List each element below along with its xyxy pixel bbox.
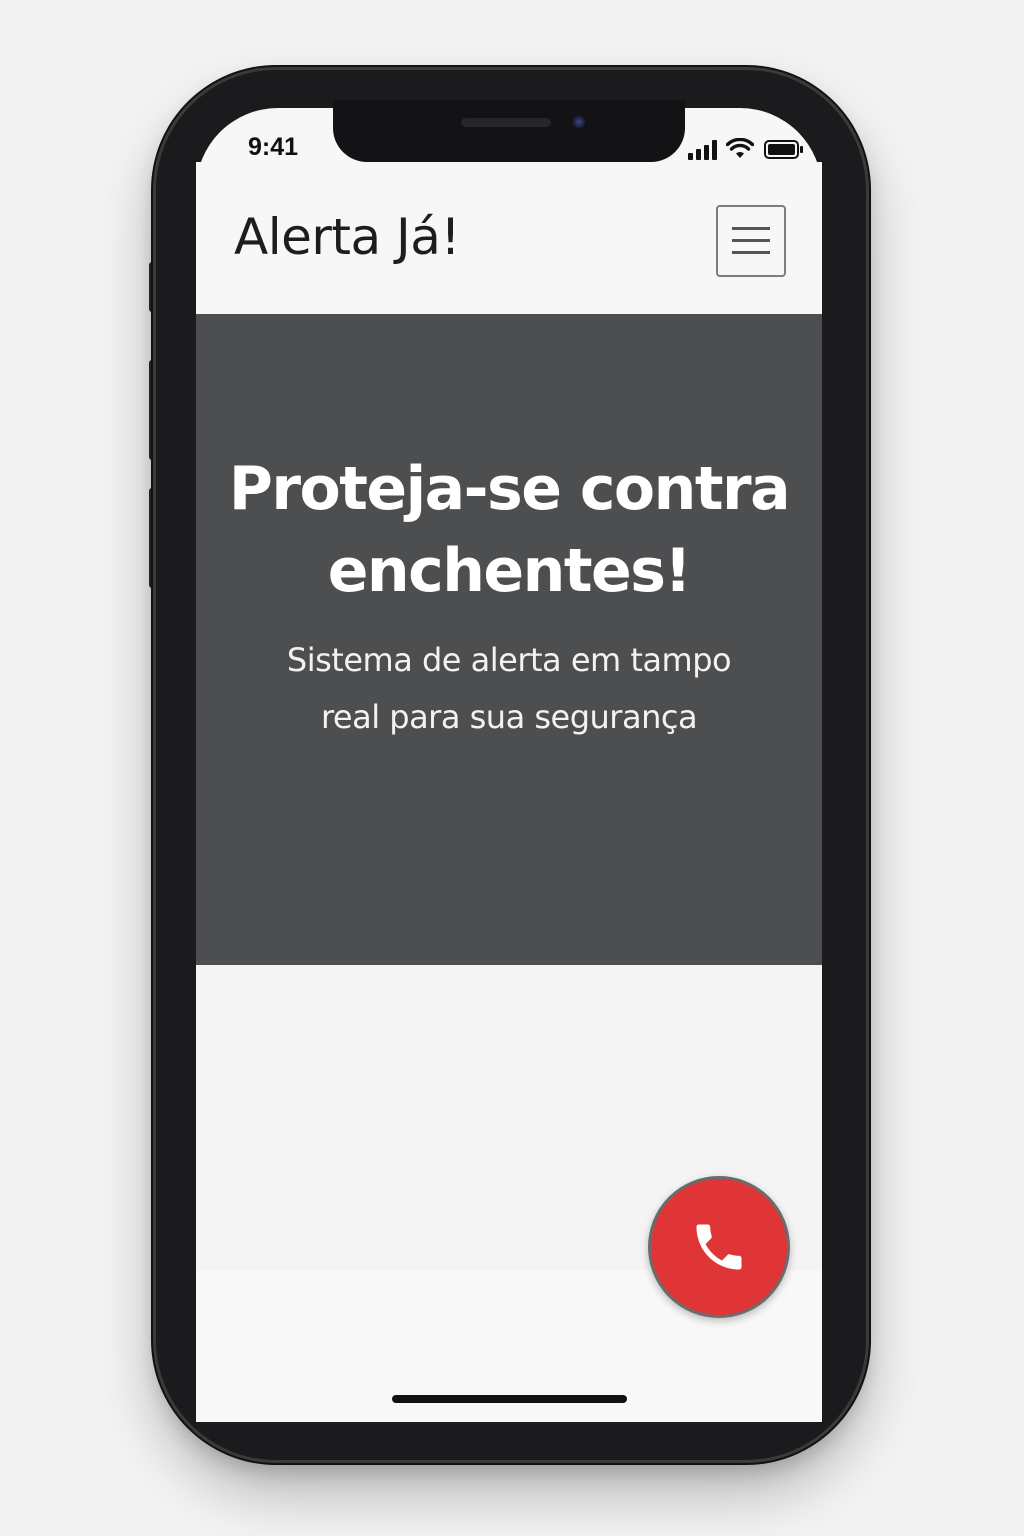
hamburger-menu-icon [732,227,770,254]
hero-subtitle-line-2: real para sua segurança [320,698,698,736]
menu-button[interactable] [716,205,786,277]
earpiece-speaker [461,118,551,127]
hero-subtitle: Sistema de alerta em tampo real para sua… [246,632,772,746]
phone-icon [696,1224,742,1270]
emergency-call-button[interactable] [648,1176,790,1318]
home-indicator[interactable] [392,1395,627,1403]
status-time: 9:41 [248,133,299,161]
cellular-signal-icon [688,140,717,160]
hero-title-line-2: enchentes! [327,536,692,606]
notch [333,100,685,162]
wifi-icon [726,138,754,158]
front-camera [571,114,587,130]
hero-subtitle-line-1: Sistema de alerta em tampo [286,641,732,679]
battery-icon [764,140,803,159]
app-title: Alerta Já! [234,208,460,266]
status-icons [688,138,804,162]
hero-title-line-1: Proteja-se contra [228,454,791,524]
hero-title: Proteja-se contra enchentes! [196,448,822,612]
device-mockup: Alerta Já! Proteja-se contra enchentes! … [0,0,1024,1536]
